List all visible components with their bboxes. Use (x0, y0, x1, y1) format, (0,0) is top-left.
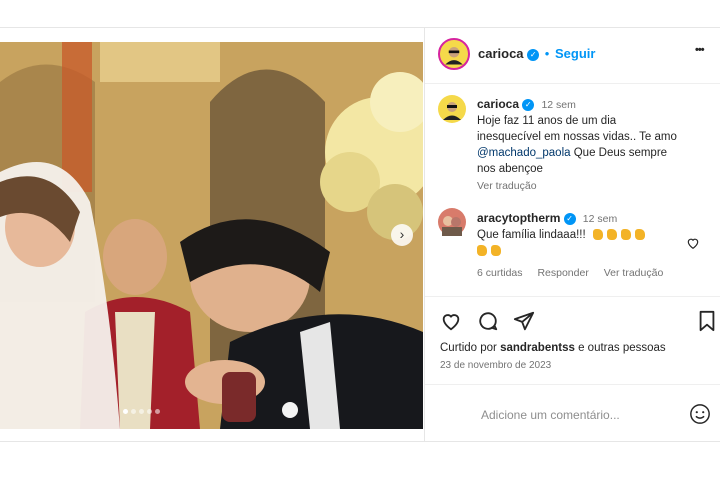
more-options-icon[interactable]: ••• (695, 44, 705, 56)
carousel-dot (131, 409, 136, 414)
caption-avatar[interactable] (438, 95, 466, 123)
liked-by-prefix: Curtido por (440, 342, 497, 354)
header-separator: • (544, 46, 550, 61)
carousel-next-button[interactable]: › (391, 224, 413, 246)
comment-likes-count[interactable]: 6 curtidas (477, 267, 523, 279)
header-divider (425, 83, 720, 84)
save-bookmark-icon[interactable] (697, 310, 717, 337)
bottom-divider (0, 441, 720, 442)
author-username[interactable]: carioca (478, 46, 524, 61)
comment-time: 12 sem (582, 213, 618, 225)
comment-like-heart-icon[interactable] (686, 236, 700, 255)
add-comment-input[interactable]: Adicione um comentário... (481, 408, 620, 422)
wedding-photo-illustration (0, 42, 423, 429)
commenter-username[interactable]: aracytoptherm (477, 211, 560, 225)
caption-text-line1: Hoje faz 11 anos de um dia (477, 115, 617, 127)
reply-button[interactable]: Responder (537, 267, 588, 279)
liked-by-suffix[interactable]: e outras pessoas (578, 342, 666, 354)
verified-icon: ✓ (527, 48, 540, 61)
post-date: 23 de novembro de 2023 (440, 360, 552, 371)
share-paper-plane-icon[interactable] (513, 310, 535, 337)
follow-button[interactable]: Seguir (555, 46, 595, 61)
carousel-dots (123, 409, 160, 415)
post-photo[interactable]: › (0, 42, 423, 429)
post-header: carioca ✓ • Seguir (478, 46, 595, 61)
caption-text-line3: Que Deus sempre (573, 147, 668, 159)
chevron-right-icon: › (399, 226, 405, 242)
comment: aracytoptherm ✓ 12 sem Que família linda… (477, 210, 713, 281)
comment-translate-link[interactable]: Ver tradução (604, 267, 664, 279)
author-avatar[interactable] (438, 38, 470, 70)
caption-mention[interactable]: @machado_paola (477, 147, 571, 159)
commenter-avatar[interactable] (438, 208, 466, 236)
carousel-dot (123, 409, 128, 414)
actions-divider (425, 296, 720, 297)
comment-bubble-icon[interactable] (477, 310, 499, 337)
verified-icon: ✓ (563, 212, 576, 225)
emoji-picker-icon[interactable] (689, 403, 711, 430)
clapping-hands-emoji-icon (592, 229, 649, 241)
carousel-dot (147, 409, 152, 414)
caption-text-line2: inesquecível em nossas vidas.. Te amo (477, 131, 677, 143)
carousel-dot (155, 409, 160, 414)
liked-by: Curtido por sandrabentss e outras pessoa… (440, 342, 666, 354)
post-sidebar: carioca ✓ • Seguir ••• carioca ✓ 12 sem … (424, 28, 720, 441)
caption: carioca ✓ 12 sem Hoje faz 11 anos de um … (477, 96, 713, 194)
caption-text-line4: nos abençoe (477, 163, 543, 175)
like-heart-icon[interactable] (440, 310, 462, 337)
caption-translate-link[interactable]: Ver tradução (477, 178, 713, 194)
caption-time: 12 sem (541, 99, 576, 111)
liked-by-user[interactable]: sandrabentss (500, 342, 575, 354)
caption-username[interactable]: carioca (477, 97, 519, 111)
comment-text: Que família lindaaa!!! (477, 229, 586, 241)
carousel-dot (139, 409, 144, 414)
comment-divider (425, 384, 720, 385)
clapping-hands-emoji-icon (477, 243, 713, 259)
verified-icon: ✓ (522, 98, 535, 111)
